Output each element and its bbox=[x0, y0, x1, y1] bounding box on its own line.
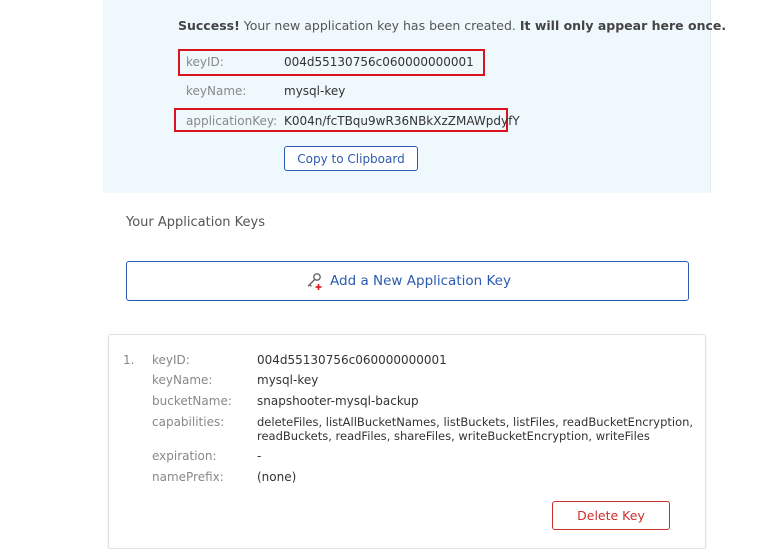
card-key-id-label: keyID: bbox=[152, 353, 190, 367]
success-bold-prefix: Success! bbox=[178, 18, 240, 33]
card-name-prefix-value: (none) bbox=[257, 470, 297, 484]
card-key-name-label: keyName: bbox=[152, 373, 213, 387]
card-expiration-value: - bbox=[257, 449, 262, 463]
key-plus-icon bbox=[304, 271, 324, 291]
card-key-id-value: 004d55130756c060000000001 bbox=[257, 353, 447, 367]
card-capabilities-value-line2: readBuckets, readFiles, shareFiles, writ… bbox=[257, 429, 650, 443]
card-key-name-value: mysql-key bbox=[257, 373, 319, 387]
application-key-label: applicationKey: bbox=[186, 114, 278, 128]
key-id-label: keyID: bbox=[186, 55, 224, 69]
key-index: 1. bbox=[123, 353, 135, 367]
success-text: Your new application key has been create… bbox=[239, 18, 520, 33]
application-key-value[interactable]: K004n/fcTBqu9wR36NBkXzZMAWpdyfY bbox=[284, 114, 520, 128]
card-name-prefix-label: namePrefix: bbox=[152, 470, 224, 484]
copy-to-clipboard-button[interactable]: Copy to Clipboard bbox=[284, 146, 418, 171]
card-bucket-name-label: bucketName: bbox=[152, 394, 232, 408]
add-new-application-key-button[interactable]: Add a New Application Key bbox=[126, 261, 689, 301]
key-name-value: mysql-key bbox=[284, 84, 346, 98]
section-title: Your Application Keys bbox=[126, 215, 265, 230]
card-bucket-name-value: snapshooter-mysql-backup bbox=[257, 394, 419, 408]
card-expiration-label: expiration: bbox=[152, 449, 217, 463]
card-capabilities-value-line1: deleteFiles, listAllBucketNames, listBuc… bbox=[257, 415, 694, 429]
card-capabilities-label: capabilities: bbox=[152, 415, 225, 429]
success-message: Success! Your new application key has be… bbox=[178, 18, 726, 33]
add-new-application-key-label: Add a New Application Key bbox=[330, 273, 511, 289]
delete-key-button[interactable]: Delete Key bbox=[552, 501, 670, 530]
success-bold-suffix: It will only appear here once. bbox=[519, 18, 727, 33]
key-name-label: keyName: bbox=[186, 84, 247, 98]
key-id-value: 004d55130756c060000000001 bbox=[284, 55, 474, 69]
